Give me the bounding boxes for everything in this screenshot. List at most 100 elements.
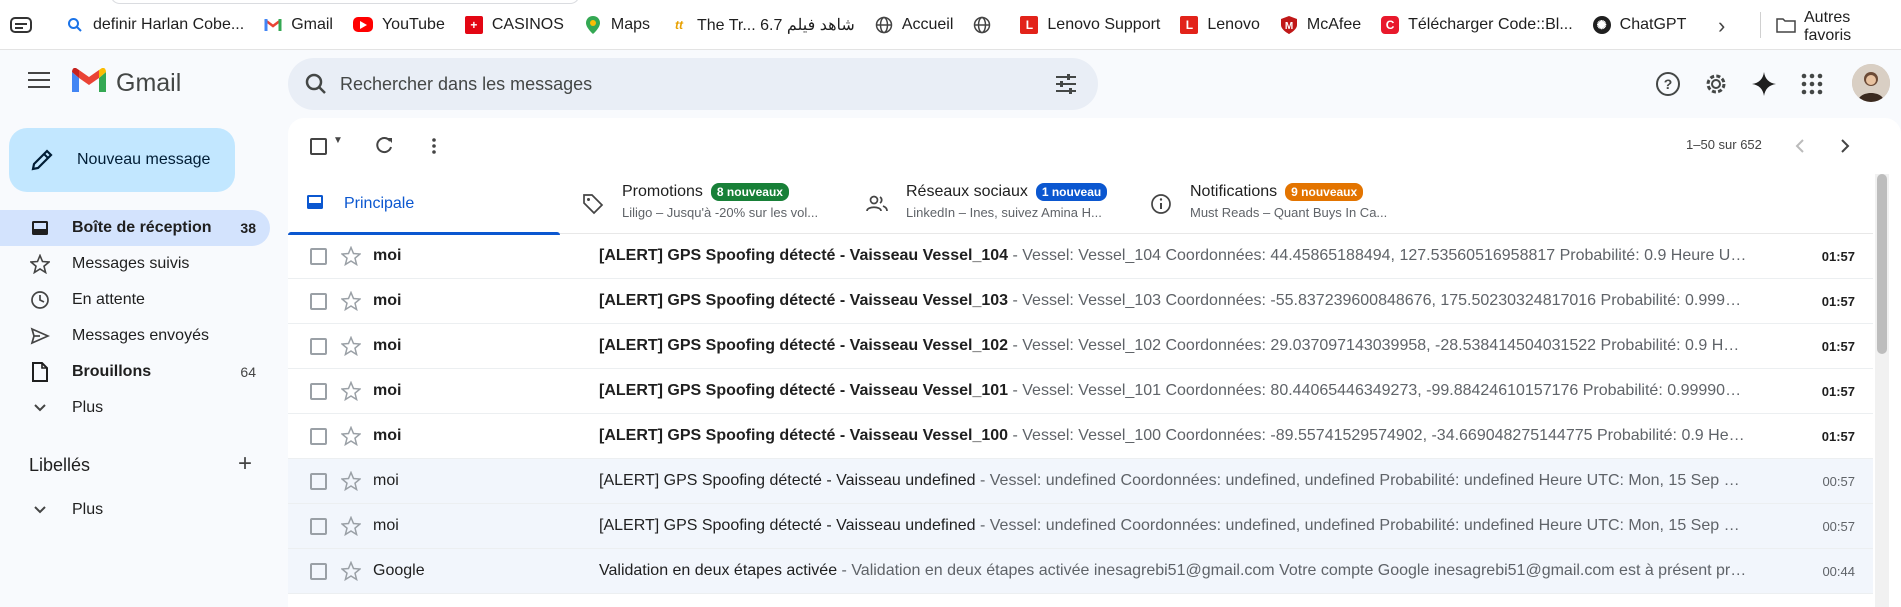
gear-icon[interactable] <box>1700 68 1732 100</box>
sidebar-item-starred[interactable]: Messages suivis <box>0 246 270 282</box>
email-sender: moi <box>373 472 399 489</box>
email-snippet: - Vessel: Vessel_101 Coordonnées: 80.440… <box>1008 382 1747 399</box>
email-subject: [ALERT] GPS Spoofing détecté - Vaisseau … <box>599 517 976 534</box>
row-checkbox[interactable] <box>310 562 327 580</box>
bookmarks-bar: definir Harlan Cobe... Gmail YouTube + C… <box>0 0 1901 50</box>
select-all-checkbox[interactable] <box>310 138 327 155</box>
email-time: 00:57 <box>1822 518 1855 534</box>
email-time: 00:44 <box>1822 563 1855 579</box>
bookmark-item[interactable]: M McAfee <box>1270 9 1371 41</box>
sidebar-item-inbox[interactable]: Boîte de réception 38 <box>0 210 270 246</box>
bookmark-label: Accueil <box>901 15 954 33</box>
avatar[interactable] <box>1852 64 1890 102</box>
star-icon[interactable] <box>340 560 362 582</box>
tab-principal[interactable]: Principale <box>288 174 560 235</box>
email-sender: moi <box>373 337 402 354</box>
inbox-icon <box>30 218 50 238</box>
gmail-header: Gmail ? <box>0 50 1901 118</box>
tab-label: Notifications <box>1190 183 1278 200</box>
chevron-down-icon <box>30 500 50 520</box>
bookmark-item[interactable]: YouTube <box>343 9 455 41</box>
row-checkbox[interactable] <box>310 427 327 445</box>
unread-count: 38 <box>240 220 256 236</box>
bookmark-item[interactable]: L Lenovo Support <box>1010 9 1170 41</box>
bookmark-item[interactable]: definir Harlan Cobe... <box>56 9 254 41</box>
bookmark-item[interactable]: Gmail <box>254 9 343 41</box>
labels-more[interactable]: Plus <box>0 492 270 528</box>
star-icon[interactable] <box>340 245 362 267</box>
star-icon[interactable] <box>340 380 362 402</box>
sidebar-item-snoozed[interactable]: En attente <box>0 282 270 318</box>
compose-label: Nouveau message <box>77 151 211 168</box>
email-row[interactable]: moi [ALERT] GPS Spoofing détecté - Vaiss… <box>288 324 1873 369</box>
tab-promotions[interactable]: Promotions 8 nouveaux Liligo – Jusqu'à -… <box>560 174 844 234</box>
search-bar[interactable] <box>288 58 1098 110</box>
bookmark-item[interactable]: L Lenovo <box>1170 9 1270 41</box>
bookmark-item[interactable]: C Télécharger Code::Bl... <box>1371 9 1583 41</box>
compose-button[interactable]: Nouveau message <box>9 128 235 192</box>
bookmark-item[interactable]: Accueil <box>865 9 964 41</box>
scrollbar-thumb[interactable] <box>1877 174 1887 354</box>
email-sender: moi <box>373 427 402 444</box>
star-icon[interactable] <box>340 470 362 492</box>
chevron-left-icon[interactable] <box>1790 135 1812 157</box>
tab-notifications[interactable]: Notifications 9 nouveaux Must Reads – Qu… <box>1128 174 1412 234</box>
tab-search-icon[interactable] <box>6 14 36 36</box>
tag-icon <box>582 193 604 215</box>
sidebar-item-label: Messages envoyés <box>72 327 209 344</box>
gmail-logo[interactable]: Gmail <box>72 67 181 99</box>
swiss-flag-icon: + <box>464 15 483 34</box>
email-time: 01:57 <box>1821 383 1855 399</box>
star-icon[interactable] <box>340 425 362 447</box>
row-checkbox[interactable] <box>310 382 327 400</box>
chevron-right-icon[interactable] <box>1833 135 1855 157</box>
sidebar-item-drafts[interactable]: Brouillons 64 <box>0 354 270 390</box>
main-menu-icon[interactable] <box>28 72 50 90</box>
scrollbar[interactable] <box>1875 174 1889 607</box>
row-checkbox[interactable] <box>310 337 327 355</box>
star-icon[interactable] <box>340 335 362 357</box>
sidebar-item-more[interactable]: Plus <box>0 390 270 426</box>
add-label-icon[interactable]: + <box>238 452 252 476</box>
help-icon[interactable]: ? <box>1652 68 1684 100</box>
email-row[interactable]: moi [ALERT] GPS Spoofing détecté - Vaiss… <box>288 459 1873 504</box>
bookmark-label: The Tr... شاهد فيلم 6.7 <box>696 16 855 34</box>
folder-icon <box>1776 17 1796 38</box>
select-dropdown-icon[interactable]: ▼ <box>333 135 343 146</box>
people-icon <box>866 193 888 215</box>
chevron-right-icon[interactable]: › <box>1718 13 1725 39</box>
row-checkbox[interactable] <box>310 292 327 310</box>
star-icon[interactable] <box>340 515 362 537</box>
search-icon[interactable] <box>302 70 330 98</box>
bookmark-label: Lenovo <box>1207 15 1260 33</box>
email-row[interactable]: moi [ALERT] GPS Spoofing détecté - Vaiss… <box>288 234 1873 279</box>
row-checkbox[interactable] <box>310 517 327 535</box>
category-tabs: Principale Promotions 8 nouveaux Liligo … <box>288 174 1873 235</box>
gemini-sparkle-icon[interactable] <box>1748 68 1780 100</box>
bookmark-item[interactable]: tt The Tr... شاهد فيلم 6.7 <box>660 9 865 41</box>
row-checkbox[interactable] <box>310 247 327 265</box>
bookmark-item[interactable]: + CASINOS <box>455 9 574 41</box>
bookmark-item[interactable]: Maps <box>574 9 660 41</box>
email-snippet: - Vessel: Vessel_100 Coordonnées: -89.55… <box>1008 427 1747 444</box>
bookmark-item[interactable] <box>963 9 1010 41</box>
email-sender: moi <box>373 382 402 399</box>
email-row[interactable]: moi [ALERT] GPS Spoofing détecté - Vaiss… <box>288 279 1873 324</box>
email-row[interactable]: moi [ALERT] GPS Spoofing détecté - Vaiss… <box>288 414 1873 459</box>
bookmark-item[interactable]: ✺ ChatGPT <box>1583 9 1697 41</box>
other-bookmarks-folder[interactable]: Autres favoris <box>1776 9 1901 45</box>
email-row[interactable]: moi [ALERT] GPS Spoofing détecté - Vaiss… <box>288 369 1873 414</box>
tab-social[interactable]: Réseaux sociaux 1 nouveau LinkedIn – Ine… <box>844 174 1128 234</box>
email-time: 01:57 <box>1821 248 1855 264</box>
refresh-icon[interactable] <box>373 135 395 157</box>
email-row[interactable]: Google Validation en deux étapes activée… <box>288 549 1873 594</box>
email-row[interactable]: moi [ALERT] GPS Spoofing détecté - Vaiss… <box>288 504 1873 549</box>
search-input[interactable] <box>340 73 1052 95</box>
apps-grid-icon[interactable] <box>1796 68 1828 100</box>
sidebar-item-sent[interactable]: Messages envoyés <box>0 318 270 354</box>
tab-snippet: Liligo – Jusqu'à -20% sur les vol... <box>622 205 819 220</box>
search-options-icon[interactable] <box>1052 70 1080 98</box>
star-icon[interactable] <box>340 290 362 312</box>
more-actions-icon[interactable] <box>423 135 445 157</box>
row-checkbox[interactable] <box>310 472 327 490</box>
